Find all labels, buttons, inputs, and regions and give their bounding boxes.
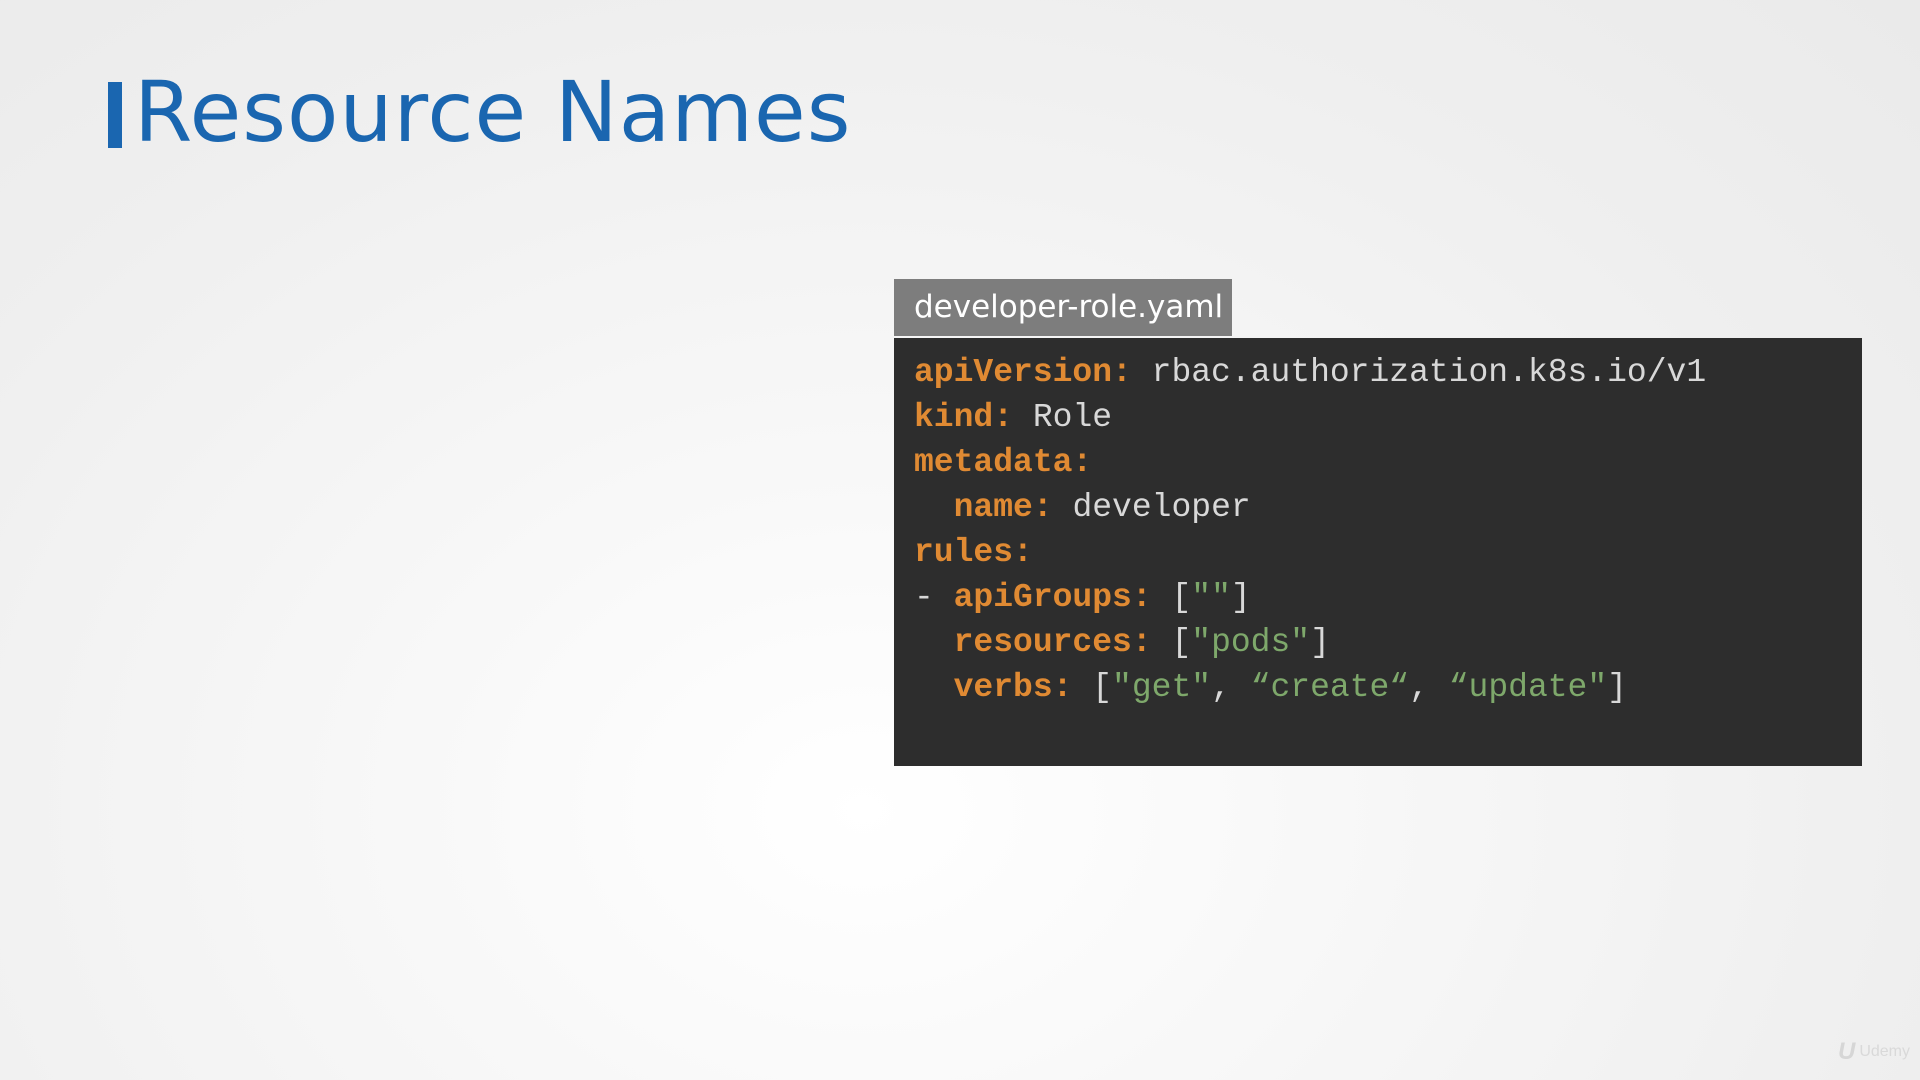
code-block: apiVersion: rbac.authorization.k8s.io/v1… [894, 338, 1862, 766]
yaml-key: resources: [953, 624, 1152, 661]
code-line: apiVersion: rbac.authorization.k8s.io/v1 [914, 350, 1862, 395]
title-accent-bar [108, 82, 122, 148]
watermark-text: Udemy [1859, 1043, 1910, 1060]
yaml-value [914, 489, 954, 526]
yaml-string: "" [1191, 579, 1231, 616]
yaml-value [914, 669, 954, 706]
yaml-string: "get" [1112, 669, 1212, 706]
yaml-key: kind: [914, 399, 1014, 436]
yaml-value: , [1409, 669, 1449, 706]
yaml-key: apiVersion: [914, 354, 1132, 391]
yaml-value: ] [1230, 579, 1251, 616]
slide-title: Resource Names [108, 62, 852, 162]
code-line: metadata: [914, 440, 1862, 485]
yaml-value: rbac.authorization.k8s.io/v1 [1131, 354, 1707, 391]
yaml-value: , [1211, 669, 1251, 706]
yaml-key: verbs: [953, 669, 1073, 706]
yaml-value: [ [1151, 624, 1192, 661]
yaml-key: metadata: [914, 444, 1093, 481]
code-line: resources: ["pods"] [914, 620, 1862, 665]
yaml-value: - [914, 579, 954, 616]
code-line: kind: Role [914, 395, 1862, 440]
yaml-key: rules: [914, 534, 1033, 571]
yaml-string: “create“ [1250, 669, 1410, 706]
code-line: - apiGroups: [""] [914, 575, 1862, 620]
code-line: rules: [914, 530, 1862, 575]
yaml-key: apiGroups: [953, 579, 1152, 616]
watermark: U Udemy [1838, 1038, 1910, 1066]
yaml-value: [ [1072, 669, 1113, 706]
yaml-value: developer [1052, 489, 1251, 526]
yaml-value: ] [1607, 669, 1627, 706]
yaml-value: [ [1151, 579, 1192, 616]
yaml-key: name: [953, 489, 1053, 526]
yaml-value [914, 624, 954, 661]
yaml-value: ] [1310, 624, 1330, 661]
yaml-string: "pods" [1191, 624, 1311, 661]
code-line: name: developer [914, 485, 1862, 530]
yaml-value: Role [1013, 399, 1113, 436]
udemy-logo-icon: U [1837, 1038, 1856, 1065]
yaml-string: “update" [1448, 669, 1608, 706]
code-line: verbs: ["get", “create“, “update"] [914, 665, 1862, 710]
page-title: Resource Names [134, 63, 852, 161]
file-name-tab: developer-role.yaml [894, 279, 1232, 336]
